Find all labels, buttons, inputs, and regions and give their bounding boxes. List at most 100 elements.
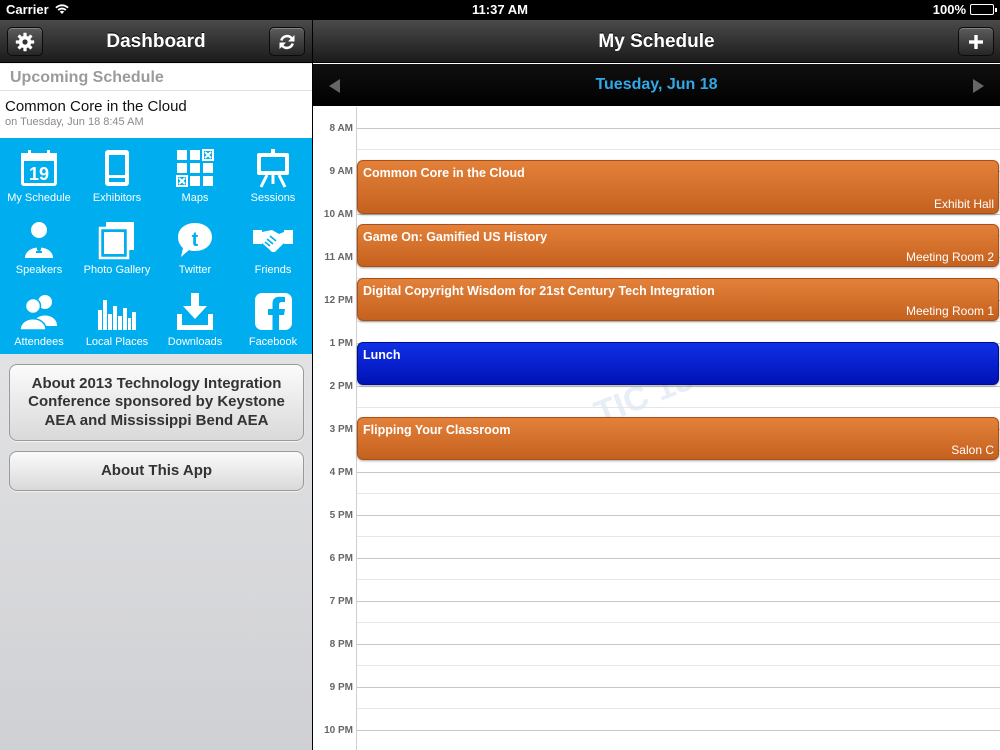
schedule-title: My Schedule: [598, 31, 715, 52]
about-app-button[interactable]: About This App: [9, 451, 304, 491]
tile-photo-gallery[interactable]: Photo Gallery: [78, 210, 156, 282]
hour-line: [357, 558, 1000, 559]
tile-maps[interactable]: Maps: [156, 138, 234, 210]
event-title: Common Core in the Cloud: [363, 166, 525, 180]
event-flipping-classroom[interactable]: Flipping Your Classroom Salon C: [357, 417, 999, 460]
half-hour-line: [357, 622, 1000, 623]
hour-label: 8 PM: [329, 639, 353, 650]
my-schedule-panel: My Schedule Tuesday, Jun 18 TIC 13 8 AM …: [313, 20, 1000, 750]
half-hour-line: [357, 665, 1000, 666]
tile-speakers[interactable]: Speakers: [0, 210, 78, 282]
upcoming-schedule: Upcoming Schedule Common Core in the Clo…: [0, 64, 312, 138]
upcoming-header: Upcoming Schedule: [0, 64, 312, 91]
battery-percent: 100%: [932, 2, 966, 17]
event-location: Meeting Room 1: [905, 304, 994, 318]
calendar-date: 19: [29, 164, 49, 184]
hour-label: 12 PM: [324, 295, 353, 306]
about-conference-button[interactable]: About 2013 Technology Integration Confer…: [9, 364, 304, 441]
tile-exhibitors[interactable]: Exhibitors: [78, 138, 156, 210]
tile-label: Local Places: [85, 336, 149, 348]
event-title: Game On: Gamified US History: [363, 230, 548, 244]
event-game-on[interactable]: Game On: Gamified US History Meeting Roo…: [357, 224, 999, 267]
tile-label: Photo Gallery: [83, 264, 151, 276]
tile-label: Maps: [181, 192, 209, 204]
hour-line: [357, 214, 1000, 215]
hour-label: 9 AM: [329, 166, 353, 177]
hour-label: 8 AM: [329, 123, 353, 134]
previous-day-arrow-icon[interactable]: [329, 79, 340, 93]
hour-label: 4 PM: [329, 467, 353, 478]
calendar-icon: 19: [21, 150, 57, 186]
tile-label: Facebook: [248, 336, 298, 348]
tile-label: Exhibitors: [92, 192, 142, 204]
upcoming-item-time: on Tuesday, Jun 18 8:45 AM: [5, 116, 144, 128]
event-common-core[interactable]: Common Core in the Cloud Exhibit Hall: [357, 160, 999, 214]
download-icon: [177, 293, 213, 330]
hour-label: 1 PM: [329, 338, 353, 349]
handshake-icon: [253, 230, 293, 253]
hour-label: 10 AM: [323, 209, 353, 220]
tile-twitter[interactable]: t Twitter: [156, 210, 234, 282]
schedule-navbar: My Schedule: [313, 20, 1000, 63]
dashboard-panel: Dashboard Upcoming Schedule Common Core …: [0, 20, 312, 750]
current-date: Tuesday, Jun 18: [595, 76, 718, 93]
feature-grid: 19 My Schedule Exhibitors Maps Sessions …: [0, 138, 312, 354]
tile-label: Speakers: [15, 264, 63, 276]
hour-line: [357, 730, 1000, 731]
event-lunch[interactable]: Lunch: [357, 342, 999, 385]
tile-local-places[interactable]: Local Places: [78, 282, 156, 354]
hour-label: 7 PM: [329, 596, 353, 607]
add-event-button[interactable]: [958, 27, 994, 56]
hour-line: [357, 687, 1000, 688]
battery-icon: [970, 4, 997, 15]
event-title: Digital Copyright Wisdom for 21st Centur…: [363, 284, 715, 298]
tile-friends[interactable]: Friends: [234, 210, 312, 282]
tile-my-schedule[interactable]: 19 My Schedule: [0, 138, 78, 210]
speaker-icon: [25, 222, 53, 258]
hour-label: 3 PM: [329, 424, 353, 435]
hour-line: [357, 644, 1000, 645]
status-bar: Carrier 11:37 AM 100%: [0, 0, 1000, 20]
tile-label: Attendees: [14, 336, 64, 348]
half-hour-line: [357, 149, 1000, 150]
event-digital-copyright[interactable]: Digital Copyright Wisdom for 21st Centur…: [357, 278, 999, 321]
tile-sessions[interactable]: Sessions: [234, 138, 312, 210]
map-grid-icon: [176, 149, 214, 187]
clock: 11:37 AM: [472, 2, 528, 17]
hour-label: 5 PM: [329, 510, 353, 521]
dashboard-title: Dashboard: [106, 31, 206, 52]
half-hour-line: [357, 536, 1000, 537]
event-location: Salon C: [951, 443, 994, 457]
city-skyline-icon: [98, 300, 136, 330]
tile-attendees[interactable]: Attendees: [0, 282, 78, 354]
hour-line: [357, 472, 1000, 473]
upcoming-item-title: Common Core in the Cloud: [5, 98, 187, 115]
dashboard-navbar: Dashboard: [0, 20, 312, 63]
half-hour-line: [357, 321, 1000, 322]
plus-icon: [969, 34, 983, 49]
event-title: Lunch: [363, 348, 401, 362]
day-timeline[interactable]: TIC 13 8 AM 9 AM 10 AM 11 AM 12 PM 1 PM …: [313, 107, 1000, 750]
hour-line: [357, 386, 1000, 387]
twitter-icon: t: [178, 223, 212, 257]
half-hour-line: [357, 407, 1000, 408]
tile-facebook[interactable]: Facebook: [234, 282, 312, 354]
tile-label: Sessions: [250, 192, 296, 204]
tile-label: My Schedule: [7, 192, 71, 204]
settings-button[interactable]: [7, 27, 43, 56]
hour-label: 11 AM: [324, 252, 353, 263]
half-hour-line: [357, 579, 1000, 580]
tile-downloads[interactable]: Downloads: [156, 282, 234, 354]
refresh-button[interactable]: [269, 27, 305, 56]
svg-text:t: t: [192, 229, 199, 251]
hour-label: 9 PM: [329, 682, 353, 693]
hour-label: 10 PM: [324, 725, 353, 736]
easel-icon: [257, 149, 289, 188]
tile-label: Twitter: [178, 264, 212, 276]
hour-line: [357, 515, 1000, 516]
upcoming-item[interactable]: Common Core in the Cloud on Tuesday, Jun…: [0, 91, 312, 128]
facebook-icon: [255, 293, 292, 330]
half-hour-line: [357, 493, 1000, 494]
tile-label: Downloads: [167, 336, 223, 348]
next-day-arrow-icon[interactable]: [973, 79, 984, 93]
